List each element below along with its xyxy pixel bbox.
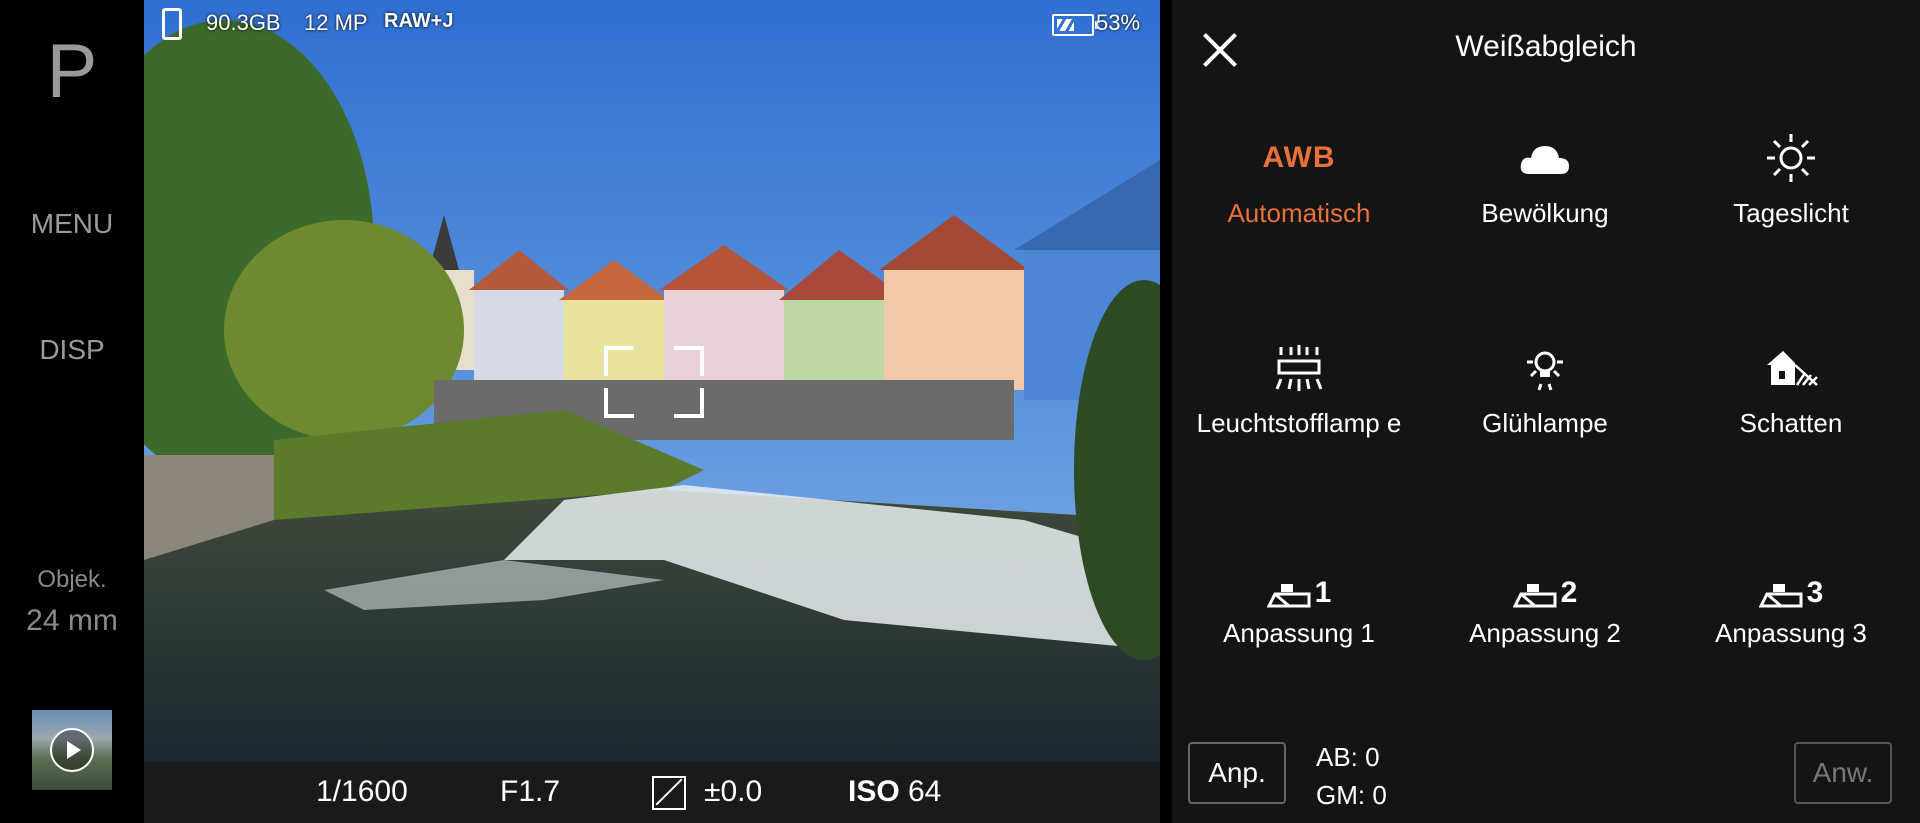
- wb-option-daylight[interactable]: Tageslicht: [1668, 110, 1914, 290]
- wb-option-label: Bewölkung: [1481, 198, 1609, 228]
- custom-wb-icon: 3: [1668, 548, 1914, 608]
- wb-option-label: Schatten: [1739, 408, 1843, 438]
- shutter-speed: 1/1600: [316, 775, 408, 808]
- custom-wb-icon: 2: [1422, 548, 1668, 608]
- white-balance-panel: Weißabgleich AWB Automatisch Bewölkung T…: [1172, 0, 1920, 823]
- play-icon: [50, 728, 94, 772]
- bulb-icon: [1422, 338, 1668, 398]
- aperture: F1.7: [500, 775, 561, 808]
- awb-icon: AWB: [1262, 141, 1336, 174]
- wb-option-label: Anpassung 1: [1223, 618, 1375, 648]
- status-bar: 90.3GB 12 MP RAW+J 53%: [144, 0, 1160, 48]
- gallery-thumbnail[interactable]: [32, 710, 112, 790]
- wb-option-custom-2[interactable]: 2 Anpassung 2: [1422, 530, 1668, 710]
- iso-value: 64: [908, 775, 942, 808]
- wb-option-label: Tageslicht: [1733, 198, 1849, 228]
- shooting-mode[interactable]: P: [0, 28, 144, 115]
- sun-icon: [1668, 128, 1914, 188]
- exposure-compensation-value: ±0.0: [704, 775, 763, 808]
- wb-option-incandescent[interactable]: Glühlampe: [1422, 320, 1668, 500]
- wb-option-label: Anpassung 3: [1715, 618, 1867, 648]
- wb-option-label: Anpassung 2: [1469, 618, 1621, 648]
- disp-button[interactable]: DISP: [0, 334, 144, 366]
- fluorescent-icon: [1176, 338, 1422, 398]
- storage-remaining: 90.3GB: [206, 10, 281, 35]
- wb-option-label: Glühlampe: [1482, 408, 1608, 438]
- wb-option-fluorescent[interactable]: Leuchtstofflamp e: [1176, 320, 1422, 500]
- custom-wb-icon: 1: [1176, 548, 1422, 608]
- file-format: RAW+J: [384, 10, 454, 32]
- apply-button[interactable]: Anw.: [1794, 742, 1892, 804]
- wb-option-shade[interactable]: Schatten: [1668, 320, 1914, 500]
- phone-storage-icon: [162, 8, 182, 40]
- cloud-icon: [1422, 128, 1668, 188]
- wb-option-label: Automatisch: [1227, 198, 1371, 228]
- wb-option-awb[interactable]: AWB Automatisch: [1176, 110, 1422, 290]
- left-rail: P MENU DISP Objek. 24 mm: [0, 0, 144, 823]
- lens-label[interactable]: Objek.: [0, 566, 144, 594]
- ab-value: AB: 0: [1316, 742, 1380, 772]
- wb-option-custom-3[interactable]: 3 Anpassung 3: [1668, 530, 1914, 710]
- focus-frame[interactable]: [604, 346, 704, 418]
- viewfinder[interactable]: 90.3GB 12 MP RAW+J 53%: [144, 0, 1160, 762]
- adjust-button[interactable]: Anp.: [1188, 742, 1286, 804]
- iso-label: ISO: [848, 775, 900, 808]
- gm-value: GM: 0: [1316, 780, 1387, 810]
- exposure-bar: 1/1600 F1.7 ±0.0 ISO 64: [144, 762, 1160, 823]
- wb-option-label: Leuchtstofflamp e: [1196, 408, 1402, 438]
- image-size: 12 MP: [304, 10, 368, 35]
- menu-button[interactable]: MENU: [0, 208, 144, 240]
- panel-title: Weißabgleich: [1455, 30, 1637, 63]
- battery-icon: [1052, 14, 1098, 36]
- wb-option-cloudy[interactable]: Bewölkung: [1422, 110, 1668, 290]
- wb-option-custom-1[interactable]: 1 Anpassung 1: [1176, 530, 1422, 710]
- shade-icon: [1668, 338, 1914, 398]
- exposure-compensation-icon: [652, 776, 686, 810]
- lens-value[interactable]: 24 mm: [0, 604, 144, 638]
- battery-percent: 53%: [1096, 10, 1141, 35]
